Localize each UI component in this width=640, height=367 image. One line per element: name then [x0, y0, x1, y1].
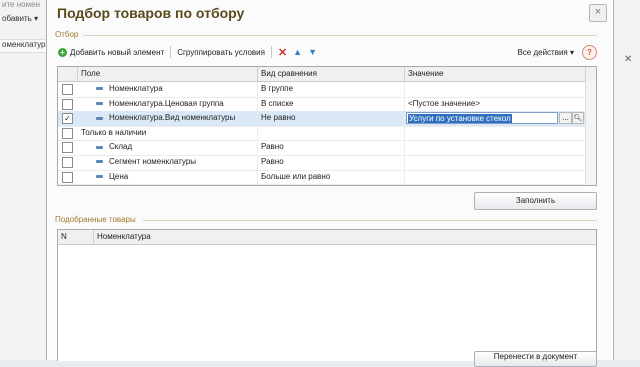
- add-element-button[interactable]: + Добавить новый элемент: [55, 45, 167, 59]
- filter-table-header: Поле Вид сравнения Значение: [58, 67, 596, 82]
- selection-dialog: Подбор товаров по отбору × Отбор + Добав…: [46, 0, 614, 367]
- filter-row-value[interactable]: <Пустое значение>: [405, 96, 586, 111]
- filter-row-field-label: Только в наличии: [81, 127, 147, 137]
- filter-row-comparison[interactable]: [258, 125, 405, 140]
- fill-button[interactable]: Заполнить: [474, 192, 597, 210]
- header-checkbox-column: [58, 67, 78, 81]
- selected-table-header: N Номенклатура: [58, 230, 596, 245]
- background-window-title: ите номен: [2, 0, 40, 9]
- filter-row[interactable]: Цена Больше или равно: [58, 169, 596, 185]
- background-add-button[interactable]: обавить ▾: [0, 14, 48, 26]
- delete-icon: ✕: [277, 46, 288, 59]
- dialog-title: Подбор товаров по отбору: [57, 5, 245, 21]
- filter-row[interactable]: Номенклатура В группе: [58, 82, 596, 98]
- filter-row-field[interactable]: Номенклатура.Ценовая группа: [78, 96, 258, 111]
- filter-row[interactable]: Только в наличии: [58, 125, 596, 142]
- header-comparison[interactable]: Вид сравнения: [258, 67, 405, 81]
- header-field[interactable]: Поле: [78, 67, 258, 81]
- field-dash-icon: [96, 174, 103, 178]
- filter-row-field-label: Номенклатура.Вид номенклатуры: [109, 113, 236, 123]
- filter-row[interactable]: ✓ Номенклатура.Вид номенклатуры Не равно Ус…: [58, 111, 596, 127]
- filter-row-field[interactable]: Сегмент номенклатуры: [78, 155, 258, 169]
- move-down-button[interactable]: ▼: [305, 45, 320, 59]
- header-nomenclature[interactable]: Номенклатура: [94, 230, 596, 244]
- filter-row-field[interactable]: Только в наличии: [78, 125, 258, 140]
- filter-row-field[interactable]: Склад: [78, 140, 258, 155]
- choose-value-button[interactable]: ...: [559, 112, 572, 125]
- filter-row-checkbox[interactable]: [62, 157, 73, 168]
- filter-row-field[interactable]: Номенклатура.Вид номенклатуры: [78, 111, 258, 126]
- field-dash-icon: [96, 145, 103, 149]
- filter-row-field-label: Номенклатура: [109, 84, 163, 93]
- arrow-down-icon: ▼: [308, 47, 318, 57]
- filter-row[interactable]: Номенклатура.Ценовая группа В списке <Пуст…: [58, 96, 596, 113]
- value-input[interactable]: Услуги по установке стекол: [406, 112, 558, 125]
- filter-row-comparison[interactable]: Не равно: [258, 111, 405, 126]
- search-icon[interactable]: 🔍︎: [572, 112, 584, 125]
- filter-row-checkbox[interactable]: [62, 171, 73, 183]
- filter-row[interactable]: Склад Равно: [58, 140, 596, 156]
- filter-row-value[interactable]: Услуги по установке стекол... 🔍︎: [405, 111, 586, 126]
- filter-row-comparison[interactable]: Больше или равно: [258, 169, 405, 184]
- filter-row-comparison[interactable]: В группе: [258, 82, 405, 96]
- filter-row-value[interactable]: [405, 125, 586, 140]
- filter-row-field-label: Сегмент номенклатуры: [109, 157, 197, 166]
- filter-row-field[interactable]: Номенклатура: [78, 82, 258, 96]
- filter-row-checkbox[interactable]: [62, 98, 73, 110]
- header-value[interactable]: Значение: [405, 67, 586, 81]
- filter-row-comparison[interactable]: Равно: [258, 140, 405, 155]
- background-nomenclature-row[interactable]: оменклатура: [0, 39, 48, 53]
- group-conditions-button[interactable]: Сгруппировать условия: [174, 45, 268, 59]
- filter-row-checkbox[interactable]: [62, 127, 73, 139]
- background-window: ите номен обавить ▾ оменклатура: [0, 0, 48, 360]
- background-close-icon[interactable]: ✕: [624, 54, 636, 66]
- arrow-up-icon: ▲: [293, 47, 303, 57]
- move-up-button[interactable]: ▲: [290, 45, 305, 59]
- filter-row-checkbox[interactable]: ✓: [62, 113, 73, 125]
- toolbar-separator: [270, 46, 272, 58]
- transfer-to-document-button[interactable]: Перенести в документ: [474, 351, 597, 367]
- plus-icon: +: [58, 47, 67, 57]
- selected-group-label: Подобранные товары: [55, 215, 136, 224]
- field-dash-icon: [96, 116, 103, 120]
- filter-row-field-label: Склад: [109, 142, 133, 152]
- selected-group-divider: [143, 220, 597, 221]
- filter-row-value[interactable]: [405, 82, 586, 96]
- selected-goods-table: N Номенклатура: [57, 229, 597, 361]
- filter-group-label: Отбор: [55, 30, 79, 39]
- all-actions-menu[interactable]: Все действия ▾: [514, 44, 577, 60]
- field-dash-icon: [96, 101, 103, 105]
- dialog-close-button[interactable]: ×: [589, 4, 607, 22]
- filter-row-field-label: Номенклатура.Ценовая группа: [109, 98, 224, 108]
- filter-row-field-label: Цена: [109, 171, 129, 181]
- filter-toolbar: + Добавить новый элемент Сгруппировать у…: [55, 44, 597, 60]
- delete-button[interactable]: ✕: [275, 45, 290, 59]
- filter-table-scrollbar[interactable]: [585, 81, 596, 185]
- filter-row[interactable]: Сегмент номенклатуры Равно: [58, 155, 596, 171]
- filter-row-field[interactable]: Цена: [78, 169, 258, 184]
- add-element-label: Добавить новый элемент: [70, 47, 165, 57]
- header-number[interactable]: N: [58, 230, 94, 244]
- filter-row-checkbox[interactable]: [62, 84, 73, 95]
- filter-table: Поле Вид сравнения Значение Номенклатура…: [57, 66, 597, 186]
- filter-row-checkbox[interactable]: [62, 142, 73, 154]
- field-dash-icon: [96, 160, 103, 164]
- filter-row-value[interactable]: [405, 155, 586, 169]
- field-dash-icon: [96, 87, 103, 91]
- value-input-text: Услуги по установке стекол: [408, 114, 512, 124]
- filter-group-divider: [83, 35, 597, 36]
- help-button[interactable]: ?: [582, 45, 597, 60]
- filter-row-comparison[interactable]: В списке: [258, 96, 405, 111]
- filter-row-value[interactable]: [405, 140, 586, 155]
- filter-row-comparison[interactable]: Равно: [258, 155, 405, 169]
- filter-row-value[interactable]: [405, 169, 586, 184]
- toolbar-separator: [170, 46, 172, 58]
